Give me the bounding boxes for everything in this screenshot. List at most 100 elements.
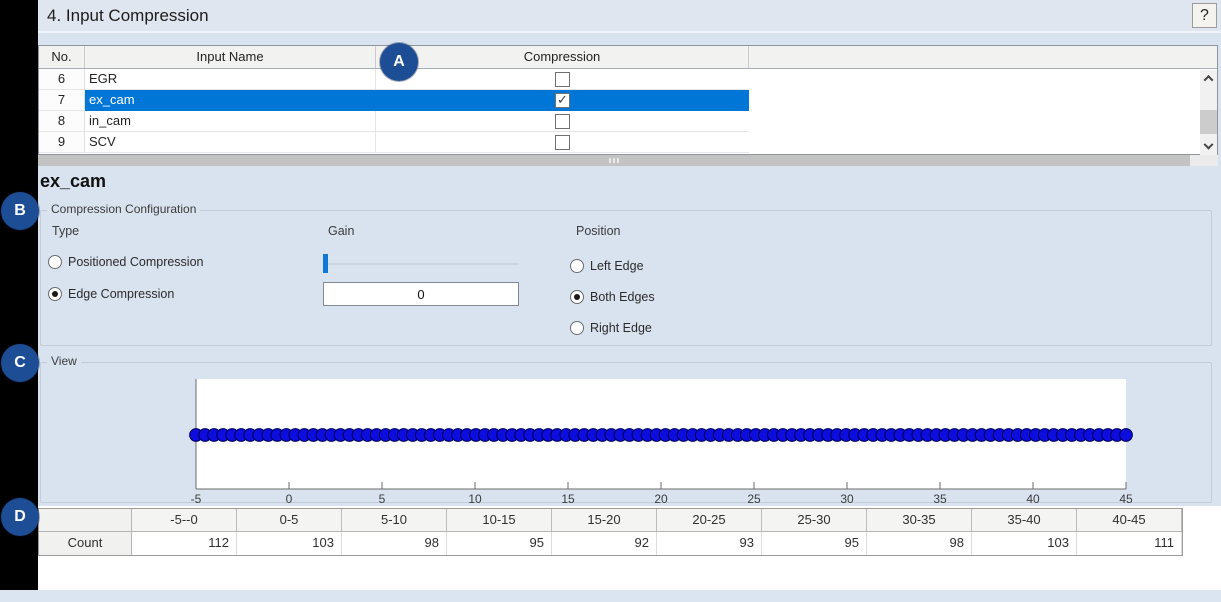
bin-header: 35-40	[972, 509, 1077, 531]
count-table-header: -5--0 0-5 5-10 10-15 15-20 20-25 25-30 3…	[39, 509, 1182, 532]
table-row-in-cam[interactable]: 8 in_cam	[39, 111, 1217, 132]
page-title: 4. Input Compression	[47, 6, 209, 26]
bin-header: 25-30	[762, 509, 867, 531]
count-table-row: Count 112 103 98 95 92 93 95 98 103 111	[39, 532, 1182, 555]
vertical-scrollbar[interactable]	[1200, 70, 1217, 155]
radio-label: Edge Compression	[68, 287, 174, 301]
column-header-input-name[interactable]: Input Name	[85, 46, 376, 68]
compression-checkbox[interactable]	[555, 135, 570, 150]
svg-text:40: 40	[1026, 492, 1040, 506]
svg-text:25: 25	[747, 492, 761, 506]
svg-text:5: 5	[379, 492, 386, 506]
config-group-label: Compression Configuration	[47, 202, 200, 216]
radio-label: Both Edges	[590, 290, 655, 304]
input-name[interactable]: ex_cam	[85, 90, 376, 111]
radio-positioned-compression[interactable]: Positioned Compression	[48, 255, 204, 269]
radio-both-edges[interactable]: Both Edges	[570, 290, 655, 304]
help-button[interactable]: ?	[1192, 3, 1217, 28]
chevron-up-icon	[1204, 74, 1214, 84]
bin-header: 15-20	[552, 509, 657, 531]
input-table: No. Input Name Compression 6 EGR 7 ex_ca…	[38, 45, 1218, 155]
count-value: 95	[447, 532, 552, 555]
count-value: 98	[342, 532, 447, 555]
scroll-down-arrow[interactable]	[1200, 139, 1217, 155]
radio-edge-compression[interactable]: Edge Compression	[48, 287, 174, 301]
input-name[interactable]: SCV	[85, 132, 376, 153]
count-value: 112	[132, 532, 237, 555]
bin-header: -5--0	[132, 509, 237, 531]
svg-text:0: 0	[286, 492, 293, 506]
row-number: 7	[39, 90, 85, 111]
count-value: 98	[867, 532, 972, 555]
bin-header: 5-10	[342, 509, 447, 531]
table-row-scv[interactable]: 9 SCV	[39, 132, 1217, 153]
radio-icon[interactable]	[570, 290, 584, 304]
svg-text:30: 30	[840, 492, 854, 506]
svg-text:15: 15	[561, 492, 575, 506]
count-table: -5--0 0-5 5-10 10-15 15-20 20-25 25-30 3…	[38, 508, 1183, 556]
count-table-corner	[39, 509, 132, 531]
count-value: 103	[237, 532, 342, 555]
count-value: 95	[762, 532, 867, 555]
gain-slider[interactable]	[323, 253, 523, 275]
scroll-up-arrow[interactable]	[1200, 70, 1217, 86]
count-row-label: Count	[39, 532, 132, 555]
bottom-strip	[0, 590, 1221, 602]
annotation-badge-a: A	[380, 43, 418, 81]
view-plot: -5 0 5 10 15 20 25 30 35 40 45	[41, 363, 1211, 503]
radio-label: Left Edge	[590, 259, 644, 273]
input-name[interactable]: EGR	[85, 69, 376, 90]
titlebar: 4. Input Compression ?	[38, 0, 1221, 33]
gain-slider-thumb[interactable]	[323, 254, 328, 273]
svg-text:20: 20	[654, 492, 668, 506]
row-number: 8	[39, 111, 85, 132]
gain-input[interactable]	[323, 282, 519, 306]
column-header-no[interactable]: No.	[39, 46, 85, 68]
radio-icon[interactable]	[570, 259, 584, 273]
bin-header: 10-15	[447, 509, 552, 531]
column-header-compression[interactable]: Compression	[376, 46, 749, 68]
radio-icon[interactable]	[48, 287, 62, 301]
vertical-scroll-thumb[interactable]	[1200, 110, 1217, 134]
input-name[interactable]: in_cam	[85, 111, 376, 132]
count-value: 103	[972, 532, 1077, 555]
annotation-badge-b: B	[1, 192, 39, 230]
count-value: 92	[552, 532, 657, 555]
radio-icon[interactable]	[570, 321, 584, 335]
table-row-egr[interactable]: 6 EGR	[39, 69, 1217, 90]
radio-label: Positioned Compression	[68, 255, 204, 269]
radio-label: Right Edge	[590, 321, 652, 335]
radio-left-edge[interactable]: Left Edge	[570, 259, 644, 273]
bin-header: 20-25	[657, 509, 762, 531]
bin-header: 30-35	[867, 509, 972, 531]
slider-track	[326, 263, 519, 265]
count-value: 93	[657, 532, 762, 555]
compression-checkbox[interactable]	[555, 114, 570, 129]
gain-label: Gain	[328, 224, 354, 238]
chevron-down-icon	[1204, 139, 1214, 149]
bin-header: 40-45	[1077, 509, 1182, 531]
selected-input-heading: ex_cam	[40, 171, 106, 192]
input-table-header: No. Input Name Compression	[39, 46, 1217, 69]
compression-checkbox[interactable]	[555, 72, 570, 87]
compression-configuration-group: Compression Configuration Type Positione…	[40, 210, 1212, 346]
view-group: View -5051015202530354045	[40, 362, 1212, 503]
annotation-badge-c: C	[1, 344, 39, 382]
radio-right-edge[interactable]: Right Edge	[570, 321, 652, 335]
horizontal-scrollbar[interactable]	[38, 155, 1218, 166]
svg-text:35: 35	[933, 492, 947, 506]
position-label: Position	[576, 224, 620, 238]
radio-icon[interactable]	[48, 255, 62, 269]
svg-text:45: 45	[1119, 492, 1133, 506]
type-label: Type	[52, 224, 79, 238]
svg-text:10: 10	[468, 492, 482, 506]
annotation-badge-d: D	[1, 498, 39, 536]
bin-header: 0-5	[237, 509, 342, 531]
count-value: 111	[1077, 532, 1182, 555]
screenshot-root: 4. Input Compression ? No. Input Name Co…	[0, 0, 1221, 602]
row-number: 9	[39, 132, 85, 153]
table-row-ex-cam[interactable]: 7 ex_cam	[39, 90, 1217, 111]
svg-text:-5: -5	[191, 492, 202, 506]
horizontal-scroll-thumb[interactable]	[38, 155, 1190, 166]
compression-checkbox[interactable]	[555, 93, 570, 108]
